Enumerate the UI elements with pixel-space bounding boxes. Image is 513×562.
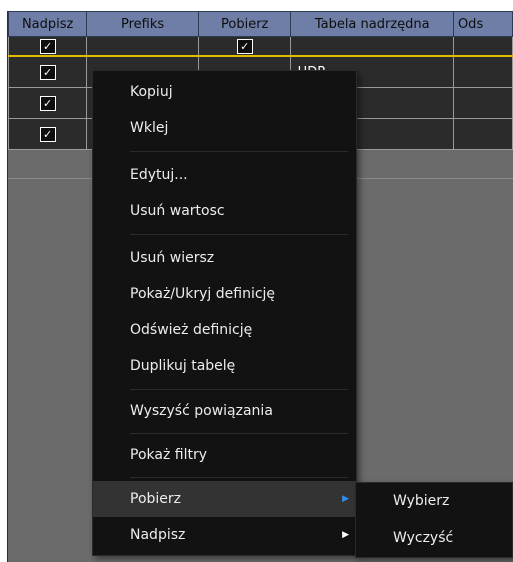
menu-item-odswiez-definicje[interactable]: Odśwież definicję — [93, 312, 356, 348]
column-header-prefiks[interactable]: Prefiks — [86, 11, 199, 37]
menu-item-pokaz-filtry[interactable]: Pokaż filtry — [93, 437, 356, 473]
column-header-pobierz[interactable]: Pobierz — [197, 11, 292, 37]
menu-item-label: Usuń wiersz — [130, 250, 215, 266]
submenu-item-wyczysc[interactable]: Wyczyść — [356, 520, 512, 557]
menu-item-pobierz[interactable]: Pobierz ▶ — [93, 481, 356, 517]
cell-ods[interactable] — [452, 55, 513, 88]
checkbox[interactable]: ✓ — [39, 64, 56, 80]
menu-item-label: Pokaż filtry — [130, 447, 207, 463]
menu-item-usun-wiersz[interactable]: Usuń wiersz — [93, 240, 356, 276]
submenu-item-label: Wyczyść — [393, 530, 454, 546]
cell-nadpisz[interactable]: ✓ — [7, 36, 88, 57]
menu-item-wyszysc-powiazania[interactable]: Wyszyść powiązania — [93, 393, 356, 429]
cell-ods[interactable] — [452, 36, 513, 57]
checkbox[interactable]: ✓ — [39, 126, 56, 142]
cell-tabela-nadrzedna[interactable] — [290, 36, 454, 57]
checkbox[interactable]: ✓ — [39, 95, 56, 111]
menu-item-label: Edytuj... — [130, 167, 188, 183]
menu-item-label: Duplikuj tabelę — [130, 358, 236, 374]
grid-header-row: Nadpisz Prefiks Pobierz Tabela nadrzędna… — [7, 11, 513, 37]
cell-nadpisz[interactable]: ✓ — [7, 87, 88, 119]
menu-item-duplikuj-tabele[interactable]: Duplikuj tabelę — [93, 348, 356, 384]
submenu-item-label: Wybierz — [393, 493, 450, 509]
menu-item-label: Wyszyść powiązania — [130, 403, 273, 419]
menu-item-pokaz-ukryj-definicje[interactable]: Pokaż/Ukryj definicję — [93, 276, 356, 312]
column-header-nadpisz[interactable]: Nadpisz — [7, 11, 88, 37]
cell-ods[interactable] — [452, 87, 513, 119]
column-header-tabela-nadrzedna[interactable]: Tabela nadrzędna — [290, 11, 454, 37]
table-row[interactable]: ✓ ✓ — [7, 36, 513, 57]
menu-item-label: Pokaż/Ukryj definicję — [130, 286, 276, 302]
cell-prefiks[interactable] — [86, 36, 199, 57]
cell-pobierz[interactable]: ✓ — [197, 36, 292, 57]
chevron-right-icon: ▶ — [342, 530, 349, 540]
menu-item-label: Usuń wartosc — [130, 203, 225, 219]
menu-item-wklej[interactable]: Wklej — [93, 110, 356, 146]
context-menu: Kopiuj Wklej Edytuj... Usuń wartosc Usuń… — [92, 70, 357, 556]
submenu: Wybierz Wyczyść — [355, 482, 513, 558]
menu-separator — [130, 477, 348, 478]
menu-item-label: Nadpisz — [130, 527, 186, 543]
menu-item-usun-wartosc[interactable]: Usuń wartosc — [93, 193, 356, 229]
menu-item-label: Wklej — [130, 120, 169, 136]
checkbox[interactable]: ✓ — [39, 38, 56, 54]
menu-item-label: Kopiuj — [130, 84, 173, 100]
menu-item-kopiuj[interactable]: Kopiuj — [93, 74, 356, 110]
cell-nadpisz[interactable]: ✓ — [7, 118, 88, 150]
menu-separator — [130, 234, 348, 235]
menu-separator — [130, 433, 348, 434]
cell-nadpisz[interactable]: ✓ — [7, 55, 88, 88]
menu-separator — [130, 389, 348, 390]
menu-item-edytuj[interactable]: Edytuj... — [93, 157, 356, 193]
menu-item-label: Odśwież definicję — [130, 322, 253, 338]
menu-item-label: Pobierz — [130, 491, 182, 507]
column-header-ods[interactable]: Ods — [452, 11, 513, 37]
menu-separator — [130, 151, 348, 152]
submenu-item-wybierz[interactable]: Wybierz — [356, 483, 512, 520]
menu-item-nadpisz[interactable]: Nadpisz ▶ — [93, 517, 356, 553]
cell-ods[interactable] — [452, 118, 513, 150]
checkbox[interactable]: ✓ — [236, 38, 253, 54]
chevron-right-icon: ▶ — [342, 494, 349, 504]
